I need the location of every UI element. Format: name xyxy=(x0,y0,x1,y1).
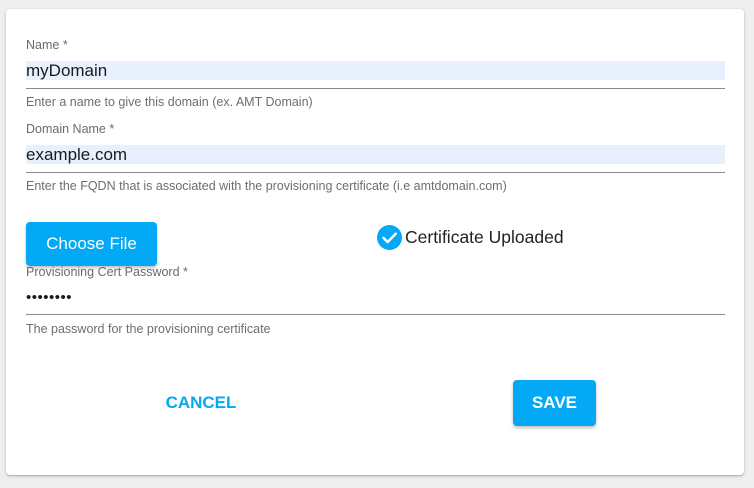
check-circle-icon xyxy=(377,224,402,250)
save-button[interactable]: SAVE xyxy=(513,380,596,426)
domain-name-input[interactable]: example.com xyxy=(26,145,725,164)
cancel-button[interactable]: CANCEL xyxy=(146,381,256,425)
choose-file-button[interactable]: Choose File xyxy=(26,222,157,266)
cert-password-hint: The password for the provisioning certif… xyxy=(26,322,271,336)
cert-password-underline xyxy=(26,314,725,315)
name-underline xyxy=(26,88,725,89)
certificate-status: Certificate Uploaded xyxy=(377,224,564,250)
name-hint: Enter a name to give this domain (ex. AM… xyxy=(26,95,313,109)
name-label: Name * xyxy=(26,38,68,52)
cert-password-input[interactable]: •••••••• xyxy=(26,288,725,307)
cert-password-label: Provisioning Cert Password * xyxy=(26,265,188,279)
certificate-status-text: Certificate Uploaded xyxy=(405,226,564,247)
domain-name-underline xyxy=(26,172,725,173)
name-input[interactable]: myDomain xyxy=(26,61,725,80)
domain-form-card: Name * myDomain Enter a name to give thi… xyxy=(6,9,744,475)
domain-name-label: Domain Name * xyxy=(26,122,115,136)
domain-name-hint: Enter the FQDN that is associated with t… xyxy=(26,179,507,193)
